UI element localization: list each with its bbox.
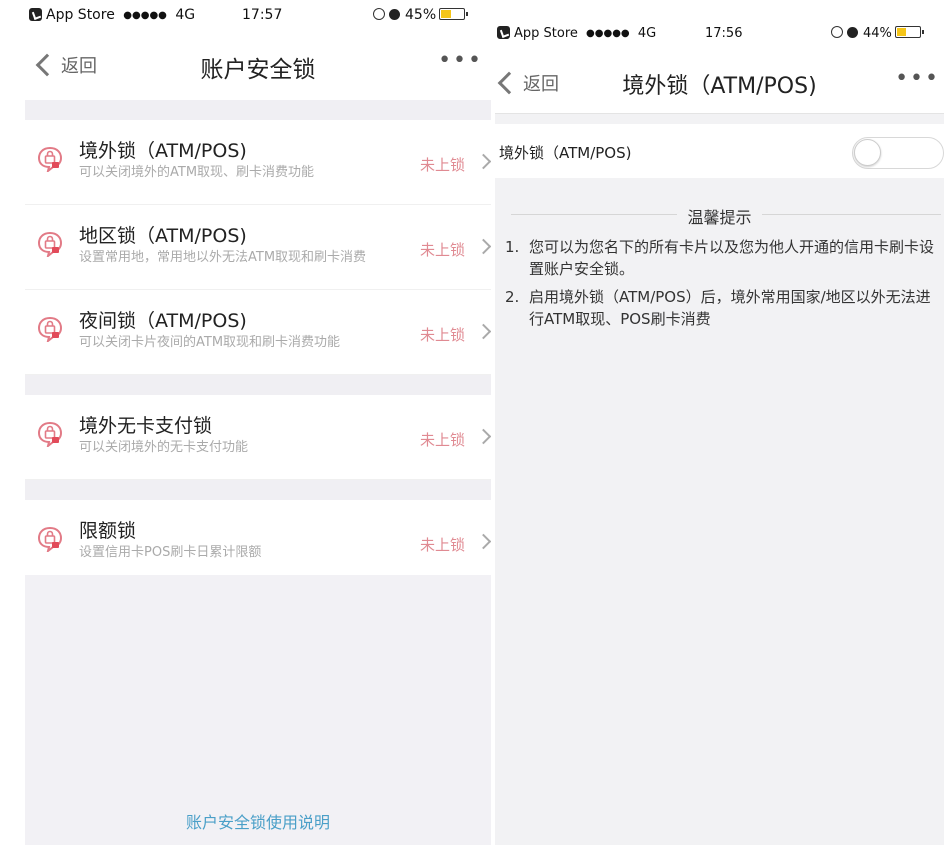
battery-fill — [441, 10, 451, 18]
lock-description: 设置常用地，常用地以外无法ATM取现和刷卡消费 — [79, 250, 367, 265]
status-time: 17:57 — [242, 7, 283, 23]
lock-description: 可以关闭境外的ATM取现、刷卡消费功能 — [79, 165, 315, 180]
chevron-right-icon — [475, 323, 491, 340]
lock-row[interactable]: 地区锁（ATM/POS) 设置常用地，常用地以外无法ATM取现和刷卡消费 未上锁 — [25, 205, 491, 290]
lock-chat-icon — [37, 421, 63, 449]
lock-row[interactable]: 夜间锁（ATM/POS) 可以关闭卡片夜间的ATM取现和刷卡消费功能 未上锁 — [25, 290, 491, 375]
account-security-lock-screen: App Store ●●●●● 4G 17:57 45% 返回 账户安全锁 ••… — [25, 0, 491, 845]
status-carrier: App Store ●●●●● 4G — [497, 26, 656, 41]
carrier-label: App Store — [46, 7, 115, 23]
lock-title: 限额锁 — [79, 520, 137, 542]
lock-title: 境外锁（ATM/POS) — [79, 140, 247, 162]
lock-status: 未上锁 — [419, 431, 465, 449]
lock-chat-icon — [37, 146, 63, 174]
more-button[interactable]: ••• — [438, 48, 483, 73]
network-type: 4G — [637, 26, 657, 41]
toggle-label: 境外锁（ATM/POS) — [499, 144, 632, 162]
lock-chat-icon — [37, 526, 63, 554]
alarm-icon — [389, 9, 400, 20]
tip-item: 2. 启用境外锁（ATM/POS）后，境外常用国家/地区以外无法进行ATM取现、P… — [503, 286, 936, 330]
lock-list: 境外锁（ATM/POS) 可以关闭境外的ATM取现、刷卡消费功能 未上锁 地区锁（AT… — [25, 100, 491, 585]
tip-text: 您可以为您名下的所有卡片以及您为他人开通的信用卡刷卡设置账户安全锁。 — [529, 238, 935, 278]
chevron-right-icon — [475, 238, 491, 255]
section-gap — [25, 480, 491, 500]
lock-status: 未上锁 — [419, 241, 465, 259]
orientation-lock-icon — [831, 26, 843, 38]
tips-title: 温馨提示 — [503, 204, 936, 228]
lock-description: 设置信用卡POS刷卡日累计限额 — [79, 545, 262, 560]
alarm-icon — [847, 27, 858, 38]
lock-row[interactable]: 限额锁设置信用卡POS刷卡日累计限额 未上锁 — [25, 500, 491, 585]
status-bar: App Store ●●●●● 4G 17:56 44% — [495, 22, 944, 52]
toggle-knob — [854, 139, 881, 166]
lock-chat-icon — [37, 231, 63, 259]
usage-instructions-link[interactable]: 账户安全锁使用说明 — [25, 809, 491, 833]
lock-row[interactable]: 境外无卡支付锁可以关闭境外的无卡支付功能 未上锁 — [25, 395, 491, 480]
battery-fill — [896, 28, 907, 36]
app-store-icon — [29, 8, 42, 21]
network-type: 4G — [175, 7, 196, 23]
lock-title: 地区锁（ATM/POS) — [79, 225, 247, 247]
overseas-lock-toggle-row: 境外锁（ATM/POS) — [495, 124, 944, 178]
section-gap — [25, 100, 491, 120]
status-right: 45% — [373, 7, 469, 23]
orientation-lock-icon — [373, 8, 385, 20]
status-bar: App Store ●●●●● 4G 17:57 45% — [25, 0, 491, 30]
section-gap — [25, 375, 491, 395]
tips-header: 温馨提示 — [503, 200, 941, 230]
lock-chat-icon — [37, 316, 63, 344]
lock-status: 未上锁 — [419, 156, 465, 174]
lock-status: 未上锁 — [419, 536, 465, 554]
chevron-right-icon — [475, 153, 491, 170]
status-right: 44% — [831, 26, 924, 41]
status-carrier: App Store ●●●●● 4G — [29, 7, 195, 23]
tips-title-text: 温馨提示 — [677, 208, 762, 227]
battery-percent: 44% — [863, 26, 892, 41]
overseas-lock-screen: App Store ●●●●● 4G 17:56 44% 返回 境外锁（ATM/… — [495, 22, 944, 845]
tip-number: 1. — [505, 238, 520, 256]
battery-icon — [894, 26, 924, 38]
app-store-icon — [497, 26, 510, 39]
tip-number: 2. — [505, 288, 520, 306]
chevron-right-icon — [475, 533, 491, 550]
lock-title: 夜间锁（ATM/POS) — [79, 310, 247, 332]
lock-description: 可以关闭卡片夜间的ATM取现和刷卡消费功能 — [79, 335, 341, 350]
nav-bar: 返回 账户安全锁 ••• — [25, 30, 491, 100]
battery-icon — [439, 8, 469, 20]
tips-list: 1. 您可以为您名下的所有卡片以及您为他人开通的信用卡刷卡设置账户安全锁。 2. 启用… — [503, 236, 936, 330]
nav-bar: 返回 境外锁（ATM/POS) ••• — [495, 52, 944, 114]
overseas-lock-toggle[interactable] — [852, 137, 944, 169]
more-button[interactable]: ••• — [895, 66, 940, 91]
signal-dots: ●●●●● — [586, 28, 630, 39]
tip-item: 1. 您可以为您名下的所有卡片以及您为他人开通的信用卡刷卡设置账户安全锁。 — [503, 236, 936, 280]
lock-status: 未上锁 — [419, 326, 465, 344]
tip-text: 启用境外锁（ATM/POS）后，境外常用国家/地区以外无法进行ATM取现、POS… — [529, 288, 931, 328]
signal-dots: ●●●●● — [123, 10, 167, 21]
tips-section: 温馨提示 1. 您可以为您名下的所有卡片以及您为他人开通的信用卡刷卡设置账户安全锁… — [495, 200, 944, 330]
page-title: 境外锁（ATM/POS) — [622, 74, 817, 99]
status-time: 17:56 — [705, 26, 743, 41]
lock-title: 境外无卡支付锁 — [79, 415, 213, 437]
lock-row[interactable]: 境外锁（ATM/POS) 可以关闭境外的ATM取现、刷卡消费功能 未上锁 — [25, 120, 491, 205]
battery-percent: 45% — [405, 7, 437, 23]
lock-description: 可以关闭境外的无卡支付功能 — [79, 440, 249, 455]
chevron-right-icon — [475, 428, 491, 445]
carrier-label: App Store — [514, 26, 578, 41]
list-footer-area: 账户安全锁使用说明 — [25, 575, 491, 845]
page-title: 账户安全锁 — [200, 57, 316, 83]
